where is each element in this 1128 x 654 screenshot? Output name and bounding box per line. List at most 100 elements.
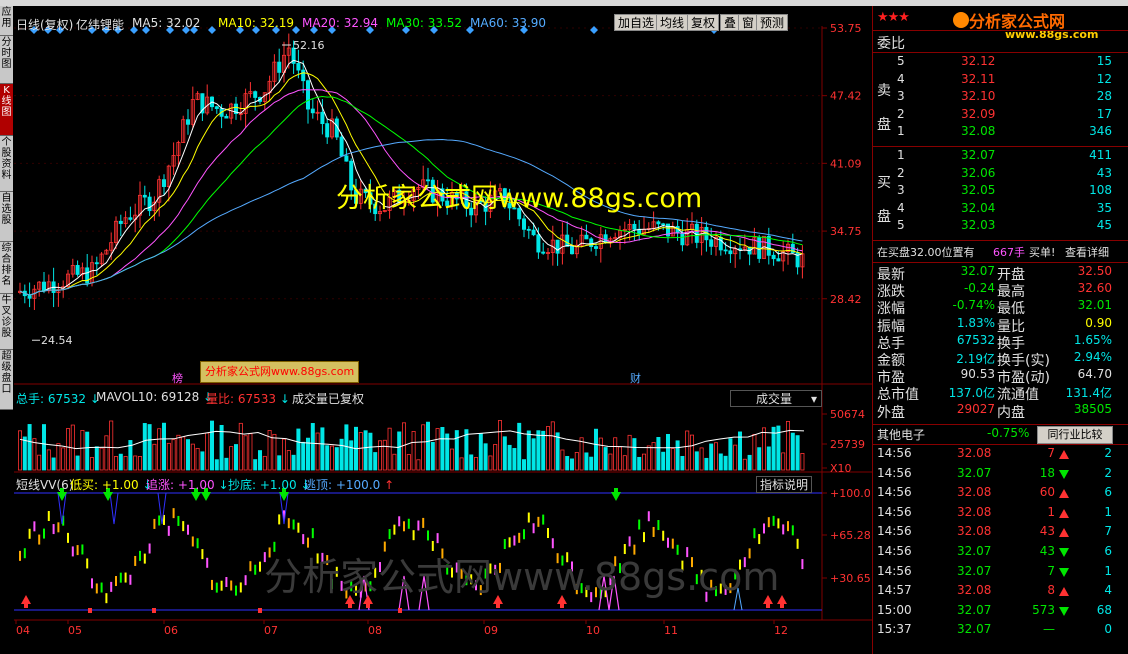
kline-chart-area[interactable]: 53.75 47.42 41.09 34.75 28.42 52.16 24.54 榜 财 506… (14, 6, 872, 654)
indicator-bar (71, 546, 74, 557)
indicator-bar (124, 572, 127, 583)
volume-bar (598, 437, 603, 471)
signal-arrow-up (363, 595, 373, 604)
volume-bar (454, 430, 459, 471)
volume-bar (493, 444, 498, 471)
volume-bar (738, 431, 743, 471)
volume-bar (99, 447, 104, 471)
arrow-down-icon (1059, 567, 1069, 577)
buy-price[interactable]: 32.05 (961, 183, 995, 197)
candle-body (694, 223, 699, 243)
sell-price[interactable]: 32.08 (961, 124, 995, 138)
indicator-bar (369, 581, 372, 592)
volume-bar (118, 453, 123, 471)
trade-volume: 8 (1047, 583, 1055, 598)
add-watchlist-button[interactable]: 加自选 (614, 14, 659, 31)
indicator-name: 短线VV(6) (16, 478, 74, 492)
volume-bar (570, 458, 575, 471)
signal-arrow-stem (348, 603, 352, 608)
left-tab-1[interactable]: 分时图 (0, 36, 13, 84)
buy-volume: 45 (1096, 218, 1112, 232)
indicator-bar (436, 533, 439, 544)
volume-bar (757, 447, 762, 471)
indicator-bar (585, 587, 588, 598)
volume-bar (502, 436, 507, 471)
sell-level: 3 (897, 89, 905, 103)
buy-price[interactable]: 32.04 (961, 201, 995, 215)
indicator-help-button[interactable]: 指标说明 (756, 476, 813, 493)
forecast-button[interactable]: 预测 (756, 14, 789, 31)
trade-price: 32.07 (957, 465, 992, 480)
buy-price[interactable]: 32.07 (961, 148, 995, 162)
sep (873, 30, 1128, 31)
trade-count: 2 (1104, 465, 1112, 480)
left-tab-4[interactable]: 自选股 (0, 192, 13, 242)
candle-body (521, 218, 526, 230)
volume-bar (632, 438, 637, 471)
quote-value: 90.53 (960, 367, 995, 382)
indicator-bar (139, 550, 141, 561)
period-label[interactable]: 日线(复权) (16, 16, 73, 33)
sep (873, 444, 1128, 445)
volume-bar (310, 423, 315, 471)
quote-panel: ★★★ 分析家公式网 www.88gs.com 委比卖盘 5 32.12 15 4 32.11 1… (872, 6, 1128, 654)
volume-bar (786, 421, 791, 471)
indicator-bottom: 抄底: +1.00 ↓ (228, 478, 311, 492)
buy-price[interactable]: 32.06 (961, 166, 995, 180)
quote-value: 2.19亿 (956, 352, 995, 366)
candle-body (325, 123, 330, 138)
left-tab-5[interactable]: 综合排名 (0, 242, 13, 294)
candle-body (430, 179, 435, 203)
volume-bar (233, 444, 238, 471)
volume-bar (546, 426, 551, 471)
indicator-bar (489, 563, 492, 574)
signal-arrow-stem (24, 603, 28, 608)
volume-bar (781, 452, 786, 471)
buy-volume: 411 (1089, 148, 1112, 162)
sell-level: 1 (897, 124, 905, 138)
indicator-bar (566, 552, 569, 563)
arrow-up-icon (1059, 489, 1069, 499)
restore-rights-button[interactable]: 复权 (687, 14, 720, 31)
volume-bar (373, 452, 378, 471)
indicator-bar (431, 540, 434, 551)
sell-price[interactable]: 32.09 (961, 107, 995, 121)
candle-body (128, 217, 133, 220)
avg-line-button[interactable]: 均线 (656, 14, 689, 31)
volume-selector[interactable]: 成交量 ▾ (730, 390, 822, 407)
volume-bar (147, 424, 152, 471)
sell-price[interactable]: 32.10 (961, 89, 995, 103)
indicator-bar (571, 561, 573, 572)
volume-bar (661, 451, 666, 471)
sell-price[interactable]: 32.11 (961, 72, 995, 86)
indicator-axis-label: +65.28 (830, 529, 871, 542)
left-tab-0[interactable]: 应用 (0, 6, 13, 36)
buy-price[interactable]: 32.03 (961, 218, 995, 232)
sell-price[interactable]: 32.12 (961, 54, 995, 68)
indicator-bar (561, 555, 564, 566)
overlay-button[interactable]: 叠 (720, 14, 741, 31)
view-detail-link[interactable]: 查看详细 (1065, 244, 1109, 260)
indicator-bar (95, 583, 98, 594)
left-vertical-tabs: 应用 分时图 K线图 个股资料 自选股 综合排名 牛叉诊股 超级盘口 (0, 6, 13, 652)
candle-body (339, 136, 344, 157)
industry-compare-button[interactable]: 同行业比较 (1037, 426, 1113, 444)
candle-body (373, 203, 378, 215)
volume-bar (579, 437, 584, 471)
indicator-bar (350, 581, 353, 592)
window-button[interactable]: 窗 (738, 14, 759, 31)
trade-volume: 573 (1032, 602, 1055, 617)
indicator-bar (705, 591, 708, 602)
left-tab-7[interactable]: 超级盘口 (0, 350, 13, 410)
volume-bar (618, 446, 623, 471)
indicator-bar (105, 593, 108, 604)
candle-body (118, 220, 123, 224)
ma10-label: MA10: 32.19 (218, 16, 295, 30)
candle-body (301, 69, 306, 82)
sep (873, 424, 1128, 425)
left-tab-3[interactable]: 个股资料 (0, 136, 13, 192)
big-order-action: 买单! (1029, 246, 1056, 259)
left-tab-2[interactable]: K线图 (0, 84, 13, 136)
volume-bar (257, 450, 262, 471)
left-tab-6[interactable]: 牛叉诊股 (0, 294, 13, 350)
